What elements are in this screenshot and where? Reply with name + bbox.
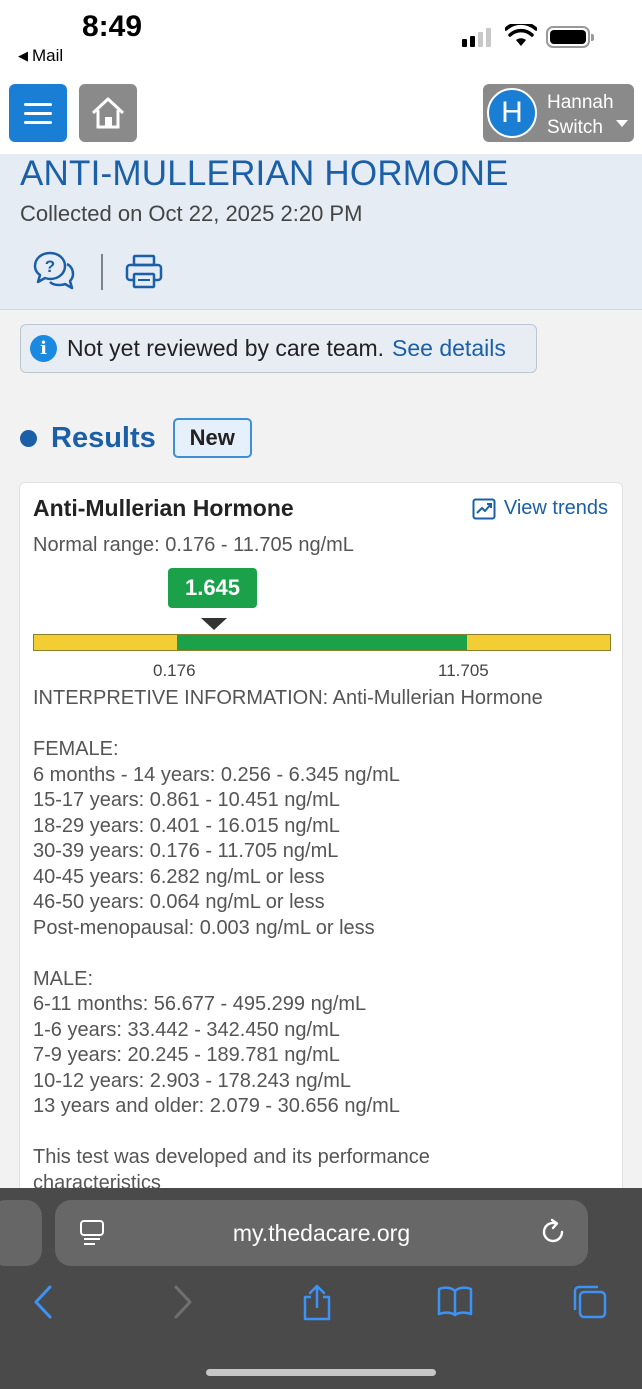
bookmarks-button[interactable] (436, 1284, 474, 1323)
chevron-right-icon (174, 1285, 192, 1319)
interpretive-line: 6-11 months: 56.677 - 495.299 ng/mL (33, 993, 367, 1015)
reload-icon[interactable] (540, 1218, 568, 1251)
see-details-link[interactable]: See details (392, 335, 506, 362)
avatar: H (487, 88, 537, 138)
question-chat-icon: ? (33, 251, 75, 290)
interpretive-line: Post-menopausal: 0.003 ng/mL or less (33, 916, 375, 939)
printer-icon (125, 254, 163, 289)
interpretive-line: 6 months - 14 years: 0.256 - 6.345 ng/mL (33, 763, 400, 786)
view-trends-label: View trends (503, 497, 608, 519)
review-status-text: Not yet reviewed by care team. (67, 335, 385, 361)
back-triangle-icon: ◀ (18, 48, 28, 63)
page-title: ANTI-MULLERIAN HORMONE (20, 154, 509, 193)
switch-label: Switch (547, 117, 603, 138)
user-switch-label: Hannah Switch (547, 90, 614, 140)
share-button[interactable] (300, 1284, 334, 1327)
interpretive-line: FEMALE: (33, 738, 119, 760)
test-header: ANTI-MULLERIAN HORMONE Collected on Oct … (0, 154, 642, 310)
divider (101, 254, 103, 290)
address-bar[interactable]: my.thedacare.org (55, 1200, 588, 1266)
chevron-left-icon (34, 1285, 52, 1319)
share-icon (303, 1284, 331, 1321)
bullet-dot-icon (20, 429, 37, 447)
range-high-label: 11.705 (438, 661, 489, 680)
forward-button[interactable] (170, 1284, 196, 1325)
interpretive-line: INTERPRETIVE INFORMATION: Anti-Mullerian… (33, 687, 543, 709)
back-to-app-link[interactable]: ◀ Mail (18, 46, 63, 66)
interpretive-information: INTERPRETIVE INFORMATION: Anti-Mullerian… (33, 686, 613, 1196)
range-normal-segment (177, 635, 467, 650)
user-switch-button[interactable]: H Hannah Switch (483, 84, 634, 142)
results-title: Results (51, 421, 156, 454)
home-indicator (206, 1369, 436, 1376)
back-app-label: Mail (32, 46, 64, 65)
collected-date: Collected on Oct 22, 2025 2:20 PM (20, 201, 363, 226)
interpretive-line: 15-17 years: 0.861 - 10.451 ng/mL (33, 789, 340, 811)
result-card: Anti-Mullerian Hormone View trends Norma… (19, 482, 623, 1202)
browser-nav-row (0, 1284, 642, 1324)
cellular-signal-icon (462, 28, 491, 47)
interpretive-line: 40-45 years: 6.282 ng/mL or less (33, 865, 325, 888)
range-low-segment (34, 635, 177, 650)
app-header: H Hannah Switch (0, 76, 642, 154)
main-content: i Not yet reviewed by care team. See det… (0, 310, 642, 1202)
svg-text:?: ? (45, 257, 55, 276)
review-status-banner: i Not yet reviewed by care team. See det… (20, 324, 537, 373)
ask-question-button[interactable]: ? (32, 250, 76, 297)
interpretive-line: 13 years and older: 2.079 - 30.656 ng/mL (33, 1095, 400, 1117)
home-icon (91, 97, 125, 129)
interpretive-line: 7-9 years: 20.245 - 189.781 ng/mL (33, 1044, 340, 1066)
value-pointer-icon (201, 618, 227, 630)
caret-down-icon (616, 120, 628, 127)
tabs-button[interactable] (572, 1284, 608, 1325)
home-button[interactable] (79, 84, 137, 142)
hamburger-menu-button[interactable] (9, 84, 67, 142)
interpretive-line: MALE: (33, 967, 94, 990)
range-low-label: 0.176 (153, 661, 196, 680)
wifi-icon (504, 21, 538, 53)
view-trends-link[interactable]: View trends (472, 497, 608, 520)
user-name: Hannah (547, 92, 614, 113)
battery-icon (546, 26, 594, 48)
interpretive-line: 1-6 years: 33.442 - 342.450 ng/mL (33, 1018, 340, 1041)
interpretive-line: 10-12 years: 2.903 - 178.243 ng/mL (33, 1069, 351, 1092)
range-high-segment (467, 635, 610, 650)
status-bar: 8:49 ◀ Mail (0, 0, 642, 76)
previous-tab-preview[interactable] (0, 1200, 42, 1266)
browser-toolbar: my.thedacare.org (0, 1188, 642, 1389)
print-button[interactable] (124, 253, 164, 296)
range-bar (33, 634, 611, 651)
info-icon: i (30, 335, 57, 362)
interpretive-line: 18-29 years: 0.401 - 16.015 ng/mL (33, 814, 340, 837)
new-badge: New (172, 418, 252, 458)
interpretive-line: 30-39 years: 0.176 - 11.705 ng/mL (33, 840, 339, 862)
results-heading: Results New (20, 418, 252, 458)
book-icon (437, 1286, 473, 1317)
result-value: 1.645 (168, 568, 257, 608)
interpretive-line: This test was developed and its performa… (33, 1146, 430, 1168)
interpretive-line: 46-50 years: 0.064 ng/mL or less (33, 891, 325, 913)
status-time: 8:49 (82, 10, 143, 43)
url-text: my.thedacare.org (232, 1220, 411, 1246)
back-button[interactable] (30, 1284, 56, 1325)
normal-range: Normal range: 0.176 - 11.705 ng/mL (33, 534, 354, 556)
tabs-icon (573, 1285, 607, 1319)
result-name: Anti-Mullerian Hormone (33, 495, 294, 521)
trend-chart-icon (472, 498, 496, 519)
